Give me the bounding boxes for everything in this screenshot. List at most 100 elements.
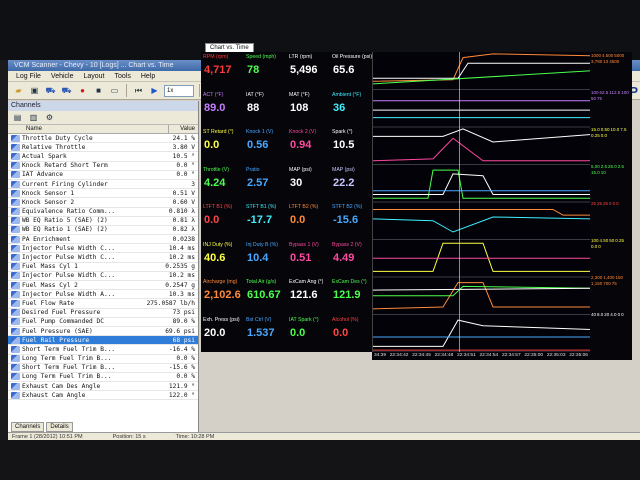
monitor-icon[interactable]: ▭ bbox=[108, 84, 121, 97]
gauge-cell[interactable]: MAT (°F) 108 bbox=[287, 90, 330, 127]
gauge-cell[interactable]: STFT B1 (%) -17.7 bbox=[244, 202, 287, 239]
channel-row[interactable]: Fuel Mass Cyl 1 0.2535 g bbox=[8, 263, 198, 272]
channel-row[interactable]: Knock Sensor 1 0.51 V bbox=[8, 189, 198, 199]
channel-value: 10.2 ms bbox=[168, 272, 195, 280]
channel-value: 0.0 % bbox=[176, 373, 195, 381]
gauge-cell[interactable]: Bypass 1 (V) 0.51 bbox=[287, 240, 330, 277]
channel-row[interactable]: Fuel Pump Commanded DC 89.0 % bbox=[8, 318, 198, 327]
scale-label: 20 bbox=[604, 312, 610, 317]
channel-row[interactable]: Knock Retard Short Term 0.0 ° bbox=[8, 162, 198, 171]
channel-row[interactable]: Desired Fuel Pressure 73 psi bbox=[8, 309, 198, 318]
stop-icon[interactable]: ■ bbox=[92, 84, 105, 97]
gauge-cell[interactable]: Knock 2 (V) 0.94 bbox=[287, 127, 330, 164]
channel-row[interactable]: WB EQ Ratio 1 (SAE) (2) 0.82 λ bbox=[8, 226, 198, 236]
channel-row[interactable]: Current Firing Cylinder 3 bbox=[8, 180, 198, 190]
play-icon[interactable]: ▶ bbox=[148, 84, 161, 97]
save-icon[interactable]: ▣ bbox=[28, 84, 41, 97]
plot-area[interactable] bbox=[372, 52, 592, 353]
menu-layout[interactable]: Layout bbox=[83, 71, 104, 81]
gauge-cell[interactable]: LTFT B2 (%) 0.0 bbox=[287, 202, 330, 239]
menu-vehicle[interactable]: Vehicle bbox=[51, 71, 74, 81]
channel-row[interactable]: Fuel Pressure (SAE) 69.6 psi bbox=[8, 327, 198, 337]
gauge-label: LTR (rpm) bbox=[289, 54, 313, 60]
gauge-cell[interactable]: ST Retard (°) 0.0 bbox=[201, 127, 244, 164]
channel-row[interactable]: Exhaust Cam Des Angle 121.9 ° bbox=[8, 382, 198, 392]
gauge-cell[interactable]: MAP (psi) 22.2 bbox=[330, 165, 373, 202]
channel-row[interactable]: Equivalence Ratio Comm... 0.810 λ bbox=[8, 208, 198, 217]
channel-row[interactable]: IAT Advance 0.0 ° bbox=[8, 171, 198, 180]
gauge-cell[interactable]: LTFT B1 (%) 0.0 bbox=[201, 202, 244, 239]
gauge-cell[interactable]: Speed (mph) 78 bbox=[244, 52, 287, 89]
channel-row[interactable]: Injector Pulse Width A... 10.3 ms bbox=[8, 290, 198, 300]
channel-row[interactable]: PA Enrichment 0.0238 bbox=[8, 235, 198, 245]
signal-trace bbox=[373, 285, 592, 297]
channel-icon bbox=[11, 299, 20, 307]
gauge-cell[interactable]: IAT (°F) 88 bbox=[244, 90, 287, 127]
gauge-cell[interactable]: Ambient (°F) 36 bbox=[330, 90, 373, 127]
gauge-cell[interactable]: Spark (°) 10.5 bbox=[330, 127, 373, 164]
menu-tools[interactable]: Tools bbox=[115, 71, 131, 81]
config-icon[interactable]: ▥ bbox=[27, 111, 40, 124]
channel-row[interactable]: Fuel Rail Pressure 68 psi bbox=[8, 336, 198, 346]
scale-label: 0 bbox=[612, 201, 616, 206]
gauge-cell[interactable]: Bypass 2 (V) 4.49 bbox=[330, 240, 373, 277]
channel-row[interactable]: Injector Pulse Width C... 10.2 ms bbox=[8, 253, 198, 263]
chart-scrollbar[interactable] bbox=[201, 360, 632, 372]
gauge-cell[interactable]: Bst Ctrl (V) 1.537 bbox=[244, 315, 287, 352]
gauge-cell[interactable]: ExCam Ang (°) 121.6 bbox=[287, 277, 330, 314]
column-value[interactable]: Value bbox=[168, 125, 198, 133]
gauge-cell[interactable]: ExCam Des (°) 121.9 bbox=[330, 277, 373, 314]
gauge-cell[interactable]: Throttle (V) 4.24 bbox=[201, 165, 244, 202]
gauge-cell[interactable]: Oil Pressure (psi) 65.6 bbox=[330, 52, 373, 89]
channel-row[interactable]: Throttle Duty Cycle 24.1 % bbox=[8, 134, 198, 144]
column-name[interactable]: Name bbox=[8, 125, 168, 133]
gauge-cell[interactable]: Inj Duty B (%) 10.4 bbox=[244, 240, 287, 277]
gear-icon[interactable]: ⚙ bbox=[43, 111, 56, 124]
gauge-cell[interactable]: RPM (rpm) 4,717 bbox=[201, 52, 244, 89]
channel-row[interactable]: Fuel Flow Rate 275.0587 lb/h bbox=[8, 299, 198, 309]
car-icon[interactable]: ⛟ bbox=[44, 84, 57, 97]
tab-chart-vs-time[interactable]: Chart vs. Time bbox=[205, 43, 254, 52]
channel-row[interactable]: Long Term Fuel Trim B... 0.0 % bbox=[8, 373, 198, 383]
channel-row[interactable]: Knock Sensor 2 0.60 V bbox=[8, 198, 198, 208]
tab-details[interactable]: Details bbox=[46, 422, 73, 432]
playback-speed-select[interactable]: 1x bbox=[164, 84, 194, 97]
car-connect-icon[interactable]: ⛟ bbox=[60, 84, 73, 97]
channel-value: 0.2547 g bbox=[165, 281, 195, 289]
channel-row[interactable]: WB EQ Ratio 5 (SAE) (2) 0.81 λ bbox=[8, 217, 198, 226]
menu-log-file[interactable]: Log File bbox=[16, 71, 41, 81]
channel-row[interactable]: Fuel Mass Cyl 2 0.2547 g bbox=[8, 281, 198, 291]
record-icon[interactable]: ● bbox=[76, 84, 89, 97]
gauge-cell[interactable]: Aircharge (mg) 2,102.6 bbox=[201, 277, 244, 314]
menu-help[interactable]: Help bbox=[141, 71, 155, 81]
rewind-icon[interactable]: ⏮ bbox=[132, 84, 145, 97]
channel-row[interactable]: Injector Pulse Width C... 10.4 ms bbox=[8, 244, 198, 254]
tab-channels[interactable]: Channels bbox=[11, 422, 45, 432]
channel-row[interactable]: Short Term Fuel Trim B... -15.6 % bbox=[8, 364, 198, 373]
gauge-cell[interactable]: LTR (rpm) 5,496 bbox=[287, 52, 330, 89]
gauge-cell[interactable]: IAT Spark (°) 0.0 bbox=[287, 315, 330, 352]
gauge-label: RPM (rpm) bbox=[203, 54, 229, 60]
channel-row[interactable]: Exhaust Cam Angle 122.0 ° bbox=[8, 391, 198, 401]
gauge-cell[interactable]: MAP (psi) 30 bbox=[287, 165, 330, 202]
channel-icon bbox=[11, 309, 20, 317]
gauge-cell[interactable]: Pratio 2.57 bbox=[244, 165, 287, 202]
channel-row[interactable]: Actual Spark 10.5 ° bbox=[8, 152, 198, 162]
channel-row[interactable]: Injector Pulse Width C... 10.2 ms bbox=[8, 272, 198, 281]
gauge-cell[interactable]: Exh. Press (psi) 20.0 bbox=[201, 315, 244, 352]
gauge-cell[interactable]: Total Air (g/s) 610.67 bbox=[244, 277, 287, 314]
time-cursor[interactable] bbox=[459, 52, 460, 352]
channel-row[interactable]: Short Term Fuel Trim B... -16.4 % bbox=[8, 345, 198, 355]
add-channel-icon[interactable]: ▤ bbox=[11, 111, 24, 124]
channel-row[interactable]: Relative Throttle 3.80 V bbox=[8, 143, 198, 153]
channel-name: Injector Pulse Width C... bbox=[22, 254, 116, 262]
gauge-cell[interactable]: Knock 1 (V) 0.56 bbox=[244, 127, 287, 164]
gauge-cell[interactable]: ACT (°F) 89.0 bbox=[201, 90, 244, 127]
channel-value: -16.4 % bbox=[168, 345, 195, 353]
gauge-cell[interactable]: STFT B2 (%) -15.6 bbox=[330, 202, 373, 239]
gauge-cell[interactable]: INJ Duty (%) 40.6 bbox=[201, 240, 244, 277]
time-tick-label: 34:39 bbox=[374, 353, 387, 358]
channel-row[interactable]: Long Term Fuel Trim B... 0.0 % bbox=[8, 355, 198, 364]
gauge-cell[interactable]: Alcohol (%) 0.0 bbox=[330, 315, 373, 352]
open-folder-icon[interactable]: ▰ bbox=[12, 84, 25, 97]
